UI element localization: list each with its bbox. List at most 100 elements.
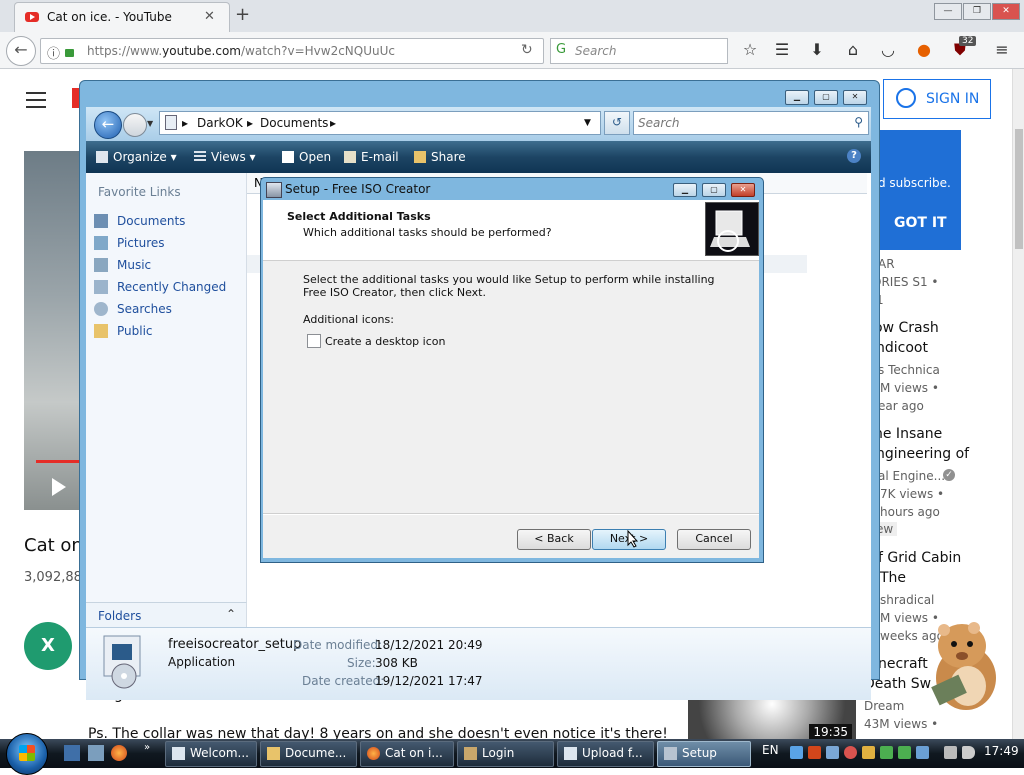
- tray-user-icon[interactable]: [880, 746, 893, 759]
- breadcrumb-documents[interactable]: Documents: [260, 116, 328, 130]
- chevron-up-icon[interactable]: ⌃: [226, 607, 236, 621]
- new-tab-button[interactable]: +: [235, 4, 250, 25]
- taskbar-item-login[interactable]: Login: [457, 741, 554, 767]
- close-window-button[interactable]: ✕: [992, 3, 1020, 20]
- divider: [263, 513, 759, 515]
- restore-button[interactable]: ❐: [963, 3, 991, 20]
- taskbar-item-firefox[interactable]: Cat on i...: [360, 741, 454, 767]
- taskbar-item-documents[interactable]: Docume...: [260, 741, 357, 767]
- channel-avatar[interactable]: X: [24, 622, 72, 670]
- search-icon[interactable]: ⚲: [854, 115, 863, 129]
- sidebar-video-title[interactable]: ngineering of: [876, 446, 969, 462]
- tray-display-icon[interactable]: [944, 746, 957, 759]
- bookmark-star-icon[interactable]: ☆: [740, 40, 760, 59]
- back-button[interactable]: ←: [6, 36, 36, 66]
- language-indicator[interactable]: EN: [762, 743, 779, 757]
- explorer-refresh-button[interactable]: ↺: [604, 111, 630, 135]
- info-icon[interactable]: ⓘ: [47, 43, 60, 62]
- taskbar-item-setup[interactable]: Setup: [657, 741, 751, 767]
- sign-in-button[interactable]: SIGN IN: [883, 79, 991, 119]
- size-value: 308 KB: [375, 656, 418, 670]
- volume-icon[interactable]: [962, 746, 975, 759]
- page-scrollbar[interactable]: [1012, 69, 1024, 739]
- explorer-address-bar[interactable]: ▸ DarkOK ▸ Documents ▸ ▼: [159, 111, 601, 135]
- start-button[interactable]: [6, 733, 48, 775]
- explorer-forward-button[interactable]: [123, 113, 147, 137]
- got-it-button[interactable]: GOT IT: [894, 215, 947, 231]
- folders-toggle[interactable]: Folders ⌃: [86, 602, 247, 627]
- tab-youtube[interactable]: Cat on ice. - YouTube ✕: [14, 2, 230, 33]
- share-button[interactable]: Share: [414, 150, 466, 164]
- history-dropdown-icon[interactable]: ▼: [147, 119, 153, 128]
- desktop-icon-checkbox[interactable]: [307, 334, 321, 348]
- login-icon: [464, 747, 477, 760]
- video-progress-bar[interactable]: [36, 460, 80, 463]
- search-engine-icon: G: [556, 42, 567, 57]
- email-button[interactable]: E-mail: [344, 150, 399, 164]
- tray-app-icon[interactable]: [826, 746, 839, 759]
- nav-link-music[interactable]: Music: [94, 258, 151, 272]
- sidebar-video-title[interactable]: necraft: [878, 656, 928, 672]
- firefox-icon[interactable]: ●: [914, 40, 934, 59]
- tray-app-icon[interactable]: [862, 746, 875, 759]
- minimize-button[interactable]: —: [934, 3, 962, 20]
- explorer-back-button[interactable]: ←: [94, 111, 122, 139]
- setup-close-button[interactable]: ✕: [731, 183, 755, 197]
- nav-link-documents[interactable]: Documents: [94, 214, 185, 228]
- nav-link-searches[interactable]: Searches: [94, 302, 172, 316]
- explorer-search-box[interactable]: Search ⚲: [633, 111, 869, 135]
- taskbar-item-welcome[interactable]: Welcom...: [165, 741, 257, 767]
- scrollbar-thumb[interactable]: [1015, 129, 1023, 249]
- reload-icon[interactable]: ↻: [521, 42, 533, 58]
- explorer-minimize-button[interactable]: ▁: [785, 90, 809, 105]
- play-icon[interactable]: [52, 478, 66, 496]
- tray-network-icon[interactable]: [790, 746, 803, 759]
- sidebar-video-title[interactable]: he Insane: [874, 426, 942, 442]
- home-icon[interactable]: ⌂: [843, 40, 863, 59]
- cancel-button[interactable]: Cancel: [677, 529, 751, 550]
- url-bar[interactable]: ⓘ https://www.youtube.com/watch?v=Hvw2cN…: [40, 38, 544, 64]
- help-icon[interactable]: ?: [847, 149, 861, 163]
- sidebar-channel: Dream: [864, 699, 905, 713]
- downloads-icon[interactable]: ⬇: [807, 40, 827, 59]
- search-bar[interactable]: G Search: [550, 38, 728, 64]
- setup-minimize-button[interactable]: ▁: [673, 183, 697, 197]
- reading-list-icon[interactable]: ☰: [772, 40, 792, 59]
- nav-link-public[interactable]: Public: [94, 324, 153, 338]
- tray-app-icon[interactable]: [808, 746, 821, 759]
- tab-close-icon[interactable]: ✕: [204, 9, 215, 24]
- explorer-maximize-button[interactable]: ▢: [814, 90, 838, 105]
- hamburger-menu-icon[interactable]: [26, 92, 46, 108]
- organize-menu[interactable]: Organize ▾: [96, 150, 177, 164]
- menu-icon[interactable]: ≡: [992, 40, 1012, 59]
- tray-app-icon[interactable]: [916, 746, 929, 759]
- address-dropdown-icon[interactable]: ▼: [584, 118, 591, 128]
- pocket-icon[interactable]: ◡: [878, 40, 898, 59]
- firefox-quicklaunch-icon[interactable]: [111, 745, 127, 761]
- nav-link-recently-changed[interactable]: Recently Changed: [94, 280, 226, 294]
- video-player[interactable]: [24, 151, 80, 510]
- sidebar-video-title[interactable]: ow Crash: [874, 320, 939, 336]
- back-button[interactable]: < Back: [517, 529, 591, 550]
- quicklaunch-more-icon[interactable]: »: [144, 742, 150, 753]
- sidebar-video-title[interactable]: ndicoot: [876, 340, 928, 356]
- document-icon: [172, 747, 185, 760]
- sidebar-video-title[interactable]: The: [880, 570, 906, 586]
- views-menu[interactable]: Views ▾: [194, 150, 256, 164]
- tab-title: Cat on ice. - YouTube: [47, 10, 172, 24]
- additional-icons-label: Additional icons:: [303, 313, 394, 326]
- taskbar-item-upload[interactable]: Upload f...: [557, 741, 654, 767]
- thumbnail-duration: 19:35: [809, 724, 852, 740]
- tray-user-icon[interactable]: [898, 746, 911, 759]
- breadcrumb-darkok[interactable]: DarkOK: [197, 116, 243, 130]
- date-modified-label: Date modified:: [293, 638, 383, 652]
- nav-link-pictures[interactable]: Pictures: [94, 236, 165, 250]
- desktop-icon-checkbox-label[interactable]: Create a desktop icon: [325, 335, 445, 348]
- sidebar-video-title[interactable]: f Grid Cabin: [878, 550, 961, 566]
- show-desktop-icon[interactable]: [64, 745, 80, 761]
- tray-alert-icon[interactable]: [844, 746, 857, 759]
- switch-windows-icon[interactable]: [88, 745, 104, 761]
- explorer-close-button[interactable]: ✕: [843, 90, 867, 105]
- taskbar-clock[interactable]: 17:49: [984, 744, 1019, 758]
- open-button[interactable]: Open: [282, 150, 331, 164]
